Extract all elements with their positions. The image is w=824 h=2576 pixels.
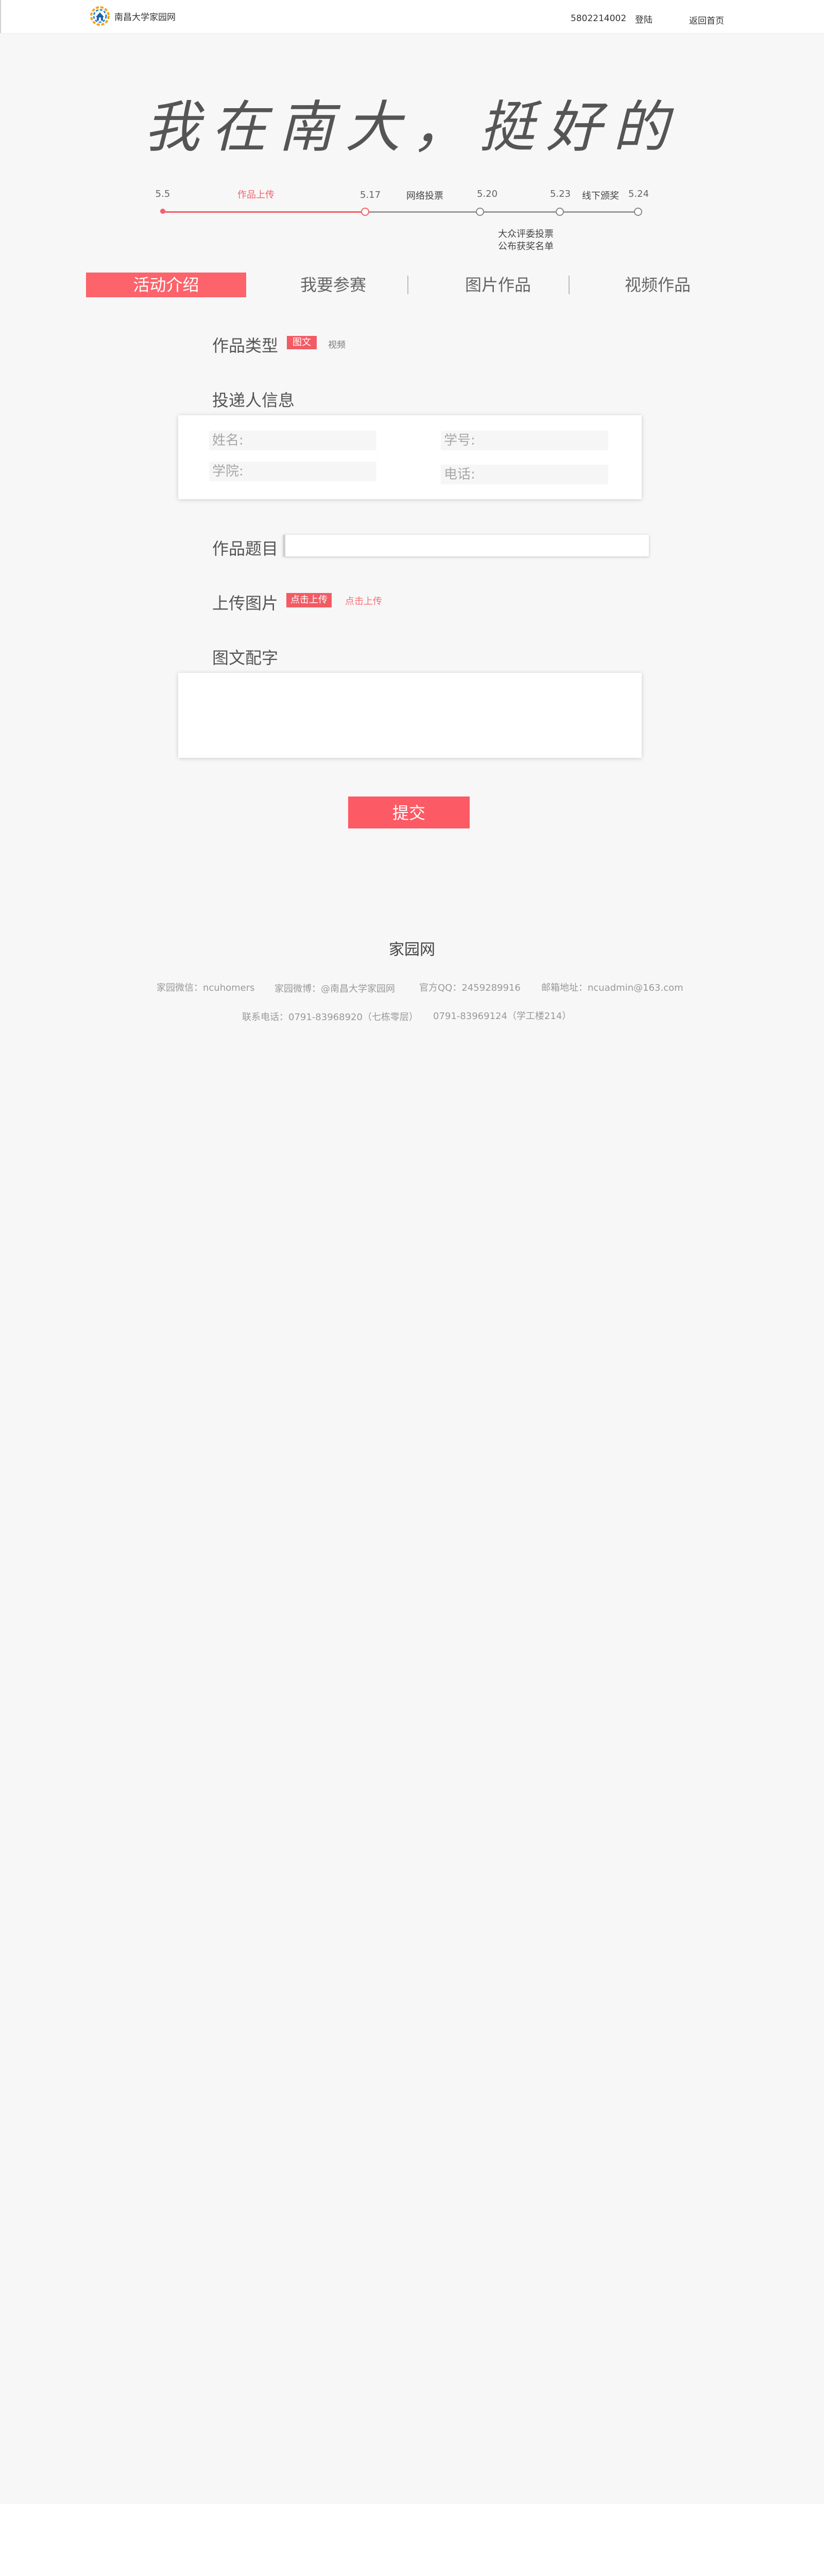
site-logo[interactable]: 南昌大学家园网 — [90, 5, 176, 27]
tab-divider — [569, 276, 570, 294]
logo-text: 南昌大学家园网 — [114, 12, 176, 23]
footer-phone-2: 0791-83969124（学工楼214） — [433, 1011, 572, 1022]
timeline-date: 5.17 — [359, 190, 381, 200]
caption-textarea[interactable] — [178, 673, 642, 758]
user-id: 5802214002 — [571, 13, 627, 24]
footer-phone-1: 联系电话：0791-83968920（七栋零层） — [242, 1012, 418, 1023]
caption-title: 图文配字 — [212, 648, 279, 668]
main-tabs: 活动介绍 我要参赛 图片作品 视频作品 — [86, 273, 739, 297]
timeline-date: 5.24 — [628, 189, 649, 199]
timeline-segment-inactive — [365, 211, 638, 213]
timeline-node — [361, 208, 369, 216]
work-title-label: 作品题目 — [212, 539, 279, 558]
home-link[interactable]: 返回首页 — [689, 13, 724, 26]
submit-button[interactable]: 提交 — [348, 796, 470, 828]
upload-button[interactable]: 点击上传 — [286, 593, 332, 607]
upload-link[interactable]: 点击上传 — [345, 594, 382, 607]
tab-participate[interactable]: 我要参赛 — [256, 273, 410, 297]
timeline-label-upload: 作品上传 — [237, 190, 274, 200]
login-link[interactable]: 登陆 — [635, 12, 653, 25]
page-background — [0, 0, 824, 2504]
phone-field[interactable] — [441, 465, 608, 484]
submitter-info-title: 投递人信息 — [212, 391, 295, 410]
timeline-node — [476, 208, 484, 216]
tab-video-works[interactable]: 视频作品 — [580, 273, 735, 297]
timeline-date: 5.5 — [155, 189, 170, 199]
footer-title: 家园网 — [389, 941, 435, 959]
timeline-node — [634, 208, 642, 216]
footer-qq: 官方QQ：2459289916 — [419, 982, 521, 993]
timeline-date: 5.20 — [476, 189, 498, 199]
tab-intro[interactable]: 活动介绍 — [86, 273, 246, 297]
timeline-label-public-vote: 大众评委投票 — [498, 229, 554, 240]
timeline-label-announce: 公布获奖名单 — [498, 241, 554, 252]
work-title-input[interactable] — [283, 535, 649, 556]
student-id-field[interactable] — [441, 431, 608, 450]
timeline-label-online-vote: 网络投票 — [406, 191, 443, 201]
timeline-date: 5.23 — [550, 189, 571, 199]
hero-title: 我在南大，挺好的 — [144, 95, 680, 160]
timeline-segment-active — [163, 211, 365, 213]
name-field[interactable] — [209, 431, 376, 450]
type-option-video[interactable]: 视频 — [328, 337, 346, 350]
timeline-node — [556, 208, 564, 216]
footer-wechat: 家园微信：ncuhomers — [157, 982, 255, 993]
timeline-node-start — [160, 209, 165, 214]
timeline-label-offline-award: 线下颁奖 — [582, 191, 619, 201]
college-field[interactable] — [209, 462, 376, 481]
type-option-text-image[interactable]: 图文 — [287, 336, 317, 349]
home-logo-icon — [90, 6, 110, 26]
footer-email[interactable]: 邮箱地址：ncuadmin@163.com — [541, 980, 683, 994]
navbar-edge — [0, 0, 1, 33]
top-navbar: 南昌大学家园网 5802214002 登陆 返回首页 — [0, 0, 824, 33]
work-type-title: 作品类型 — [212, 336, 279, 355]
tab-divider — [407, 276, 408, 294]
upload-image-title: 上传图片 — [212, 594, 279, 613]
footer-weibo[interactable]: 家园微博：@南昌大学家园网 — [274, 981, 395, 995]
tab-photo-works[interactable]: 图片作品 — [421, 273, 575, 297]
submitter-info-card — [178, 415, 642, 499]
